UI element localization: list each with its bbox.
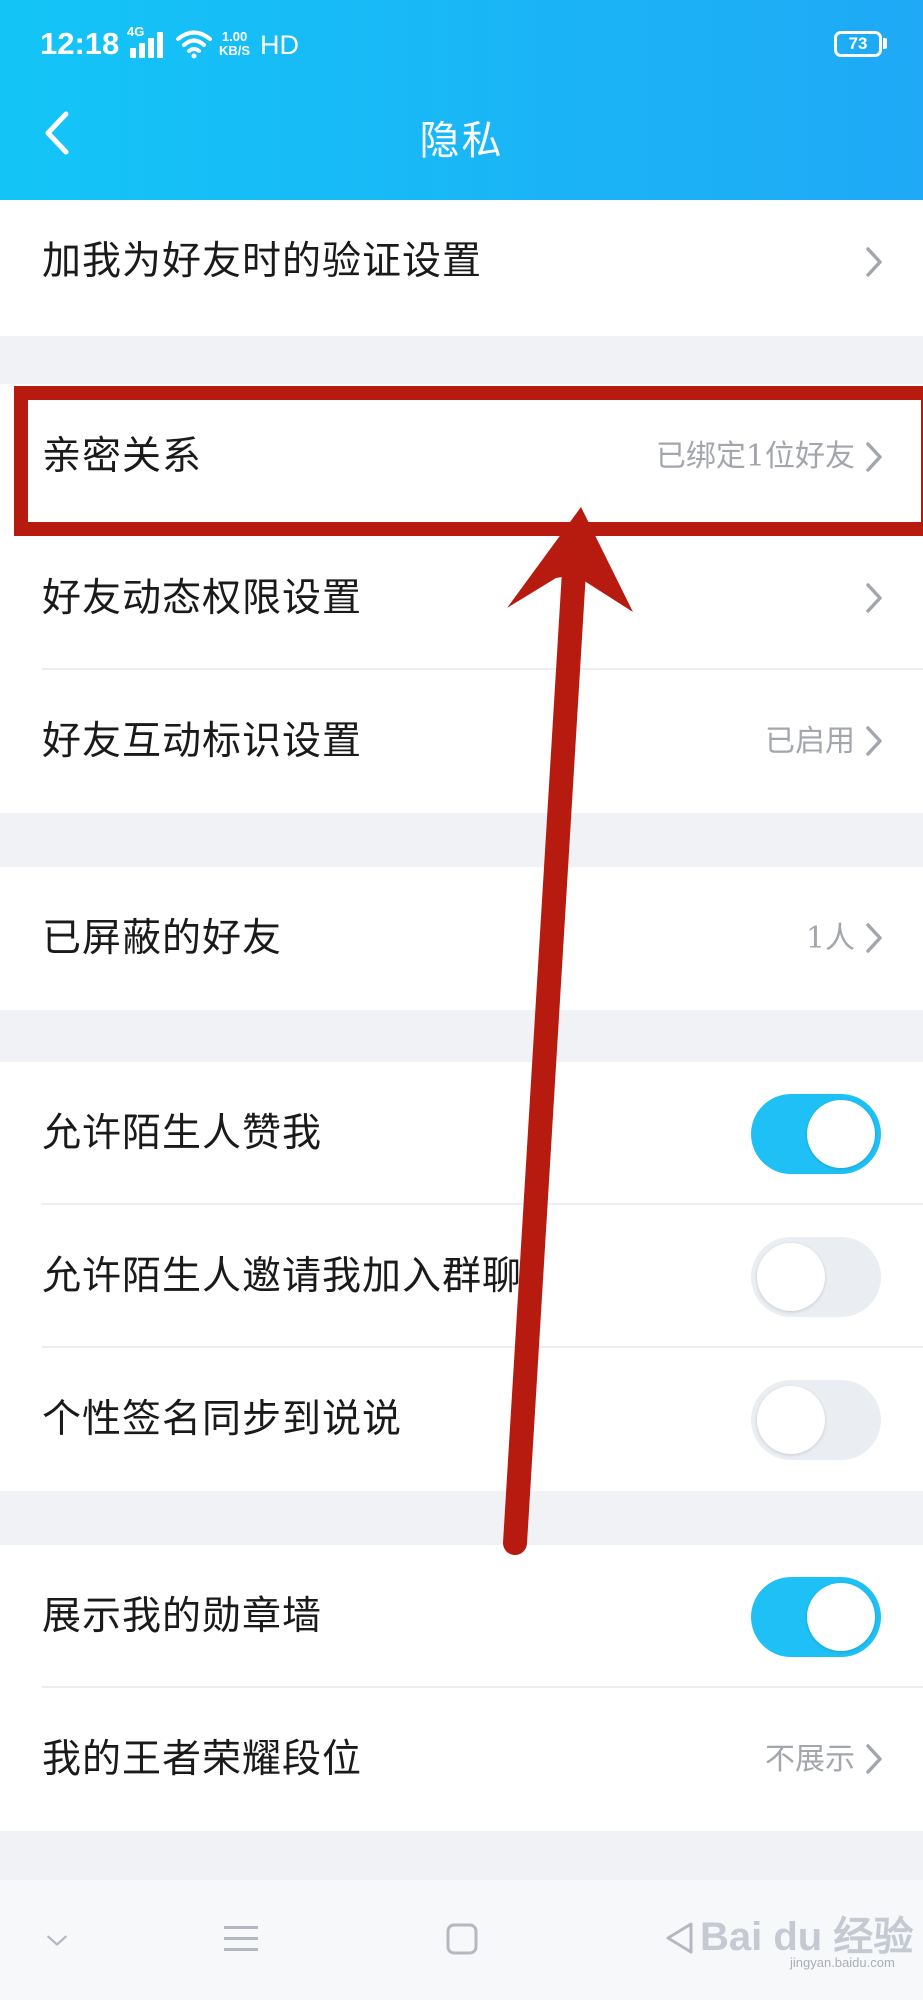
page-title: 隐私 [419, 118, 504, 164]
toggle-knob [757, 1386, 825, 1454]
chevron-right-icon [866, 1744, 882, 1774]
menu-icon[interactable] [224, 1924, 258, 1954]
speed-unit: KB/S [219, 43, 251, 58]
home-icon[interactable] [446, 1923, 478, 1955]
row-signature-sync: 个性签名同步到说说 [0, 1348, 923, 1491]
row-allow-stranger-invite: 允许陌生人邀请我加入群聊 [0, 1205, 923, 1348]
toggle-knob [807, 1583, 875, 1651]
row-blocked-friends[interactable]: 已屏蔽的好友 1人 [0, 867, 923, 1010]
row-label: 允许陌生人邀请我加入群聊 [42, 1254, 523, 1299]
stranger-like-toggle[interactable] [751, 1094, 881, 1174]
speed-value: 1.00 [221, 29, 248, 44]
signature-sync-toggle[interactable] [751, 1380, 881, 1460]
row-value: 不展示 [765, 1742, 855, 1777]
row-medal-wall: 展示我的勋章墙 [0, 1545, 923, 1688]
row-interaction-badge[interactable]: 好友互动标识设置 已启用 [0, 670, 923, 813]
row-label: 亲密关系 [42, 434, 203, 479]
row-moments-permission[interactable]: 好友动态权限设置 [0, 527, 923, 670]
row-honor-of-kings-rank[interactable]: 我的王者荣耀段位 不展示 [0, 1688, 923, 1831]
row-label: 好友动态权限设置 [42, 576, 363, 621]
row-allow-stranger-like: 允许陌生人赞我 [0, 1062, 923, 1205]
settings-group-blocked: 已屏蔽的好友 1人 [0, 867, 923, 1010]
row-label: 我的王者荣耀段位 [42, 1737, 363, 1782]
wifi-icon [176, 30, 212, 59]
battery-icon: 73 [834, 31, 882, 57]
status-time: 12:18 [40, 26, 120, 61]
hd-indicator: HD [260, 30, 299, 60]
row-label: 加我为好友时的验证设置 [42, 239, 483, 284]
network-speed: 1.00 KB/S [219, 30, 250, 58]
back-triangle-icon[interactable] [664, 1921, 694, 1955]
settings-group-display: 展示我的勋章墙 我的王者荣耀段位 不展示 [0, 1545, 923, 1831]
toggle-knob [807, 1100, 875, 1168]
chevron-right-icon [866, 923, 882, 953]
settings-group-verification: 加我为好友时的验证设置 [0, 200, 923, 336]
stranger-invite-toggle[interactable] [751, 1237, 881, 1317]
status-bar: 12:18 4G 1.00 KB/S HD 73 [0, 0, 923, 92]
app-header: 12:18 4G 1.00 KB/S HD 73 隐私 [0, 0, 923, 200]
chevron-right-icon [866, 442, 882, 472]
watermark-sub: jingyan.baidu.com [790, 1955, 895, 1970]
signal-icon [130, 30, 166, 58]
row-label: 允许陌生人赞我 [42, 1111, 323, 1156]
chevron-right-icon [866, 583, 882, 613]
battery-nub [883, 38, 887, 49]
row-value: 已启用 [765, 724, 855, 759]
settings-group-strangers: 允许陌生人赞我 允许陌生人邀请我加入群聊 个性签名同步到说说 [0, 1062, 923, 1491]
row-label: 个性签名同步到说说 [42, 1397, 403, 1442]
row-label: 展示我的勋章墙 [42, 1594, 323, 1639]
system-nav-bar: Bai du 经验 jingyan.baidu.com [0, 1880, 923, 2000]
chevron-down-icon[interactable] [46, 1934, 68, 1948]
chevron-right-icon [866, 726, 882, 756]
battery-level: 73 [848, 34, 868, 53]
row-label: 已屏蔽的好友 [42, 916, 283, 961]
row-value: 1人 [805, 921, 855, 956]
row-value: 已绑定1位好友 [655, 439, 855, 474]
row-label: 好友互动标识设置 [42, 719, 363, 764]
watermark-text: Bai du 经验 [700, 1915, 914, 1959]
settings-group-friends: 亲密关系 已绑定1位好友 好友动态权限设置 好友互动标识设置 已启用 [0, 384, 923, 813]
toggle-knob [757, 1243, 825, 1311]
row-intimate-relationship[interactable]: 亲密关系 已绑定1位好友 [0, 384, 923, 527]
medal-wall-toggle[interactable] [751, 1577, 881, 1657]
chevron-right-icon [866, 247, 882, 277]
row-friend-verification[interactable]: 加我为好友时的验证设置 [0, 200, 923, 336]
